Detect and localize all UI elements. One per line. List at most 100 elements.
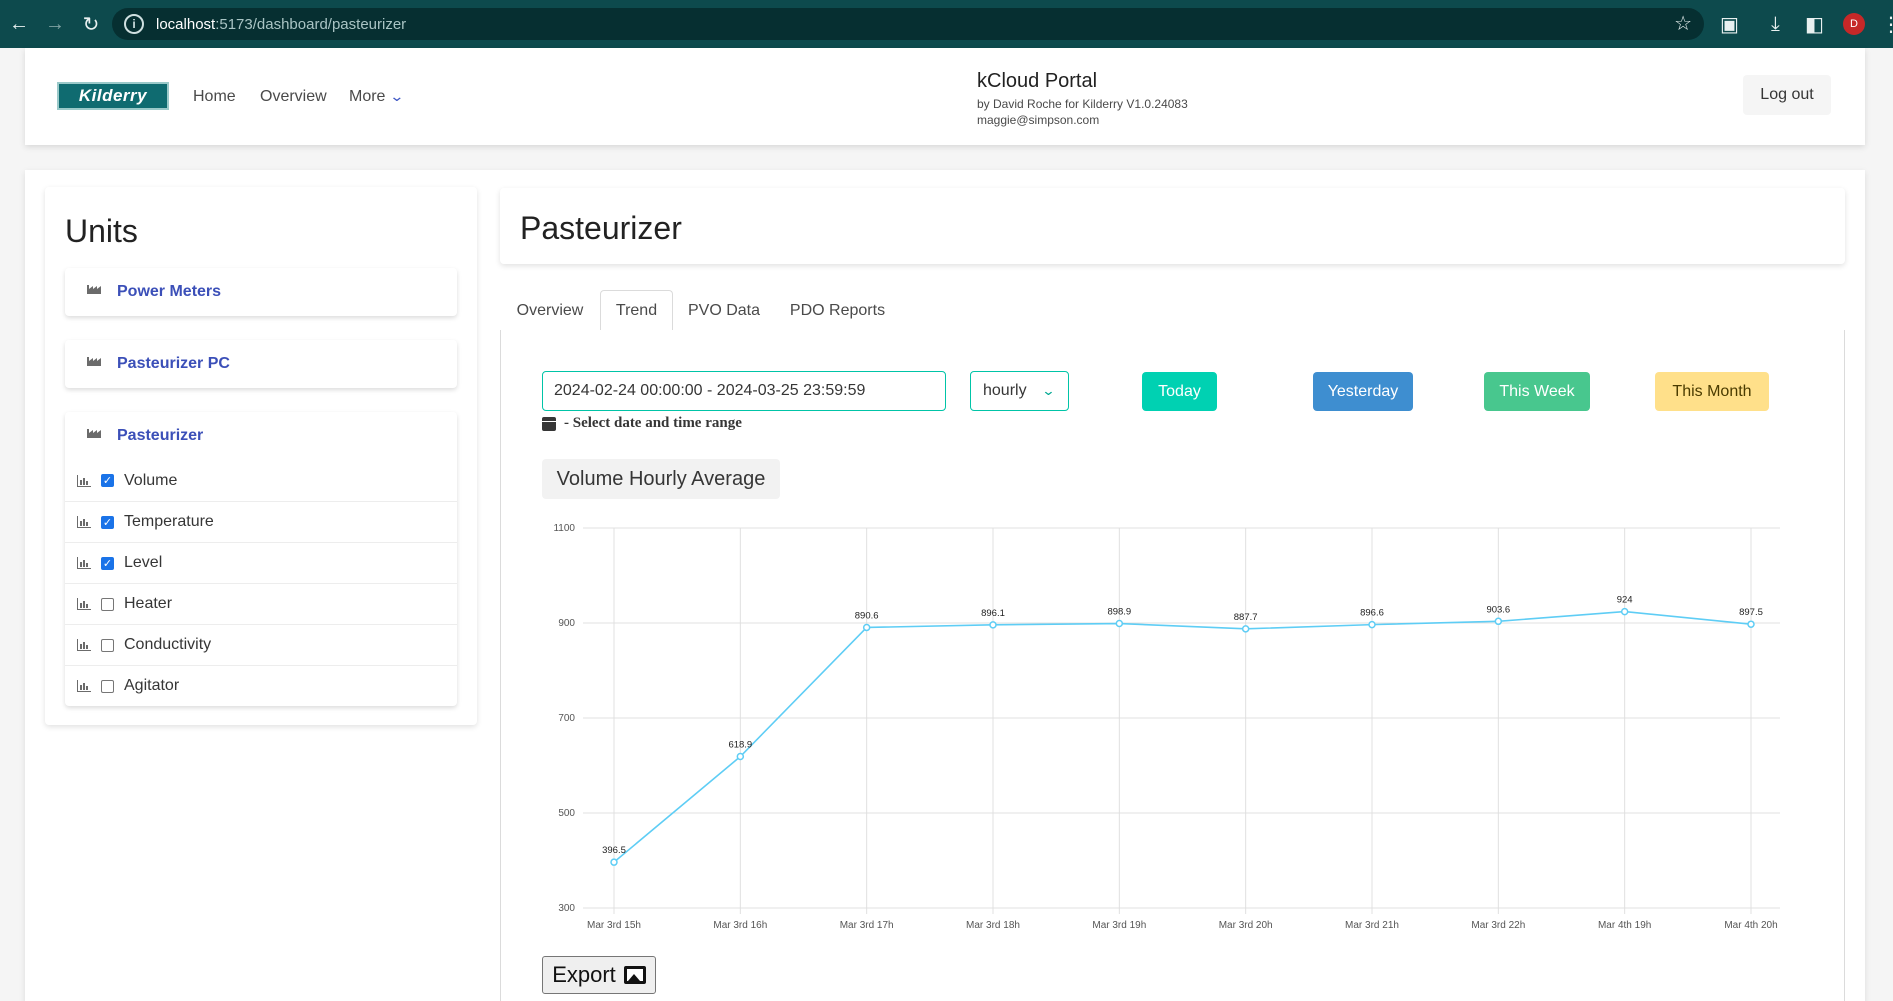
sensor-item-volume[interactable]: ✓ Volume bbox=[65, 460, 457, 501]
portal-byline: by David Roche for Kilderry V1.0.24083 bbox=[977, 97, 1188, 111]
bar-chart-icon bbox=[77, 680, 91, 692]
data-label: 887.7 bbox=[1234, 612, 1258, 623]
date-range-hint: - Select date and time range bbox=[542, 415, 742, 432]
nav-more-label: More bbox=[349, 88, 386, 105]
tab-pvo-data[interactable]: PVO Data bbox=[673, 290, 775, 331]
data-label: 924 bbox=[1617, 595, 1633, 606]
sensor-item-agitator[interactable]: Agitator bbox=[65, 665, 457, 706]
nav-overview-link[interactable]: Overview bbox=[260, 88, 327, 106]
date-range-input[interactable]: 2024-02-24 00:00:00 - 2024-03-25 23:59:5… bbox=[542, 371, 946, 411]
y-tick-label: 900 bbox=[558, 618, 575, 629]
x-tick-label: Mar 3rd 20h bbox=[1219, 920, 1273, 931]
sensor-item-temperature[interactable]: ✓ Temperature bbox=[65, 501, 457, 542]
sensor-checkbox[interactable]: ✓ bbox=[101, 556, 114, 570]
sensor-label: Volume bbox=[124, 471, 178, 489]
this-month-button[interactable]: This Month bbox=[1655, 372, 1769, 411]
kilderry-logo[interactable]: Kilderry bbox=[57, 82, 169, 110]
data-point bbox=[1620, 607, 1629, 616]
bookmark-star-icon[interactable]: ☆ bbox=[1674, 11, 1692, 36]
yesterday-button[interactable]: Yesterday bbox=[1313, 372, 1413, 411]
sensor-label: Conductivity bbox=[124, 636, 212, 653]
units-title: Units bbox=[65, 213, 138, 249]
this-week-button[interactable]: This Week bbox=[1484, 372, 1590, 411]
sensor-checkbox[interactable]: ✓ bbox=[101, 515, 114, 529]
profile-avatar[interactable]: D bbox=[1843, 8, 1865, 40]
sensor-item-heater[interactable]: Heater bbox=[65, 583, 457, 624]
volume-line-chart: 1100 900 700 500 300 Mar 3rd 15h Mar 3rd 16h Ma… bbox=[553, 523, 1780, 931]
forward-icon[interactable]: → bbox=[38, 7, 72, 41]
user-email: maggie@simpson.com bbox=[977, 113, 1100, 127]
calendar-icon bbox=[542, 416, 556, 431]
bar-chart-icon bbox=[77, 598, 91, 610]
nav-more-menu[interactable]: More ⌄ bbox=[349, 88, 405, 106]
unit-card-power-meters[interactable]: Power Meters bbox=[65, 268, 457, 316]
x-tick-label: Mar 3rd 18h bbox=[966, 920, 1020, 931]
data-point bbox=[1494, 617, 1503, 626]
side-panel-icon[interactable]: ◧ bbox=[1805, 8, 1824, 40]
unit-header[interactable]: Power Meters bbox=[65, 268, 457, 316]
data-point bbox=[736, 752, 745, 761]
image-icon bbox=[623, 966, 646, 984]
x-tick-label: Mar 4th 20h bbox=[1724, 920, 1777, 931]
address-bar[interactable]: i localhost:5173/dashboard/pasteurizer ☆ bbox=[112, 8, 1704, 40]
logout-button[interactable]: Log out bbox=[1743, 75, 1831, 115]
units-panel: Units Power Meters Pasteurizer PC Pasteu… bbox=[45, 187, 477, 725]
sensor-checkbox[interactable] bbox=[101, 597, 114, 611]
unit-header[interactable]: Pasteurizer PC bbox=[65, 340, 457, 388]
unit-card-pasteurizer[interactable]: Pasteurizer ✓ Volume ✓ Temperature ✓ Level Hea… bbox=[65, 412, 457, 706]
sensor-checkbox[interactable] bbox=[101, 638, 114, 652]
today-button[interactable]: Today bbox=[1142, 372, 1217, 411]
chart-title: Volume Hourly Average bbox=[542, 459, 780, 499]
download-icon[interactable]: ⤓ bbox=[1771, 8, 1780, 40]
browser-menu-icon[interactable]: ⋮ bbox=[1881, 8, 1893, 40]
unit-header[interactable]: Pasteurizer bbox=[65, 412, 457, 460]
export-label: Export bbox=[552, 962, 616, 987]
tab-bar: Overview Trend PVO Data PDO Reports bbox=[500, 290, 1845, 332]
tab-trend[interactable]: Trend bbox=[600, 290, 673, 332]
tab-pdo-reports[interactable]: PDO Reports bbox=[775, 290, 900, 331]
data-point bbox=[989, 621, 997, 629]
tab-overview[interactable]: Overview bbox=[500, 290, 600, 331]
data-point bbox=[1115, 619, 1124, 628]
unit-card-pasteurizer-pc[interactable]: Pasteurizer PC bbox=[65, 340, 457, 388]
sensor-list: ✓ Volume ✓ Temperature ✓ Level Heater Conductiv… bbox=[65, 460, 457, 706]
y-tick-label: 500 bbox=[558, 808, 575, 819]
data-label: 890.6 bbox=[855, 610, 879, 621]
interval-value: hourly bbox=[983, 382, 1027, 399]
data-label: 396.5 bbox=[602, 845, 626, 856]
y-tick-label: 1100 bbox=[553, 523, 575, 534]
export-button[interactable]: Export bbox=[542, 956, 656, 994]
sensor-checkbox[interactable] bbox=[101, 679, 114, 693]
sensor-label: Temperature bbox=[124, 513, 214, 530]
site-info-icon[interactable]: i bbox=[124, 14, 144, 34]
url-host: localhost bbox=[156, 15, 216, 33]
x-tick-label: Mar 3rd 19h bbox=[1092, 920, 1146, 931]
sensor-item-level[interactable]: ✓ Level bbox=[65, 542, 457, 583]
chevron-down-icon: ⌄ bbox=[389, 88, 405, 104]
interval-select[interactable]: hourly ⌄ bbox=[970, 371, 1069, 411]
unit-label-power-meters: Power Meters bbox=[117, 283, 222, 300]
factory-icon bbox=[87, 285, 101, 294]
bar-chart-icon bbox=[77, 639, 91, 651]
factory-icon bbox=[87, 357, 101, 366]
sensor-label: Heater bbox=[124, 595, 173, 612]
extensions-icon[interactable]: ▣ bbox=[1720, 8, 1739, 40]
nav-home-link[interactable]: Home bbox=[193, 88, 236, 106]
bar-chart-icon bbox=[77, 516, 91, 528]
sensor-checkbox[interactable]: ✓ bbox=[101, 474, 114, 487]
data-label: 896.6 bbox=[1360, 608, 1384, 619]
page-title-card: Pasteurizer bbox=[500, 188, 1845, 264]
data-point bbox=[1368, 620, 1376, 629]
portal-title: kCloud Portal bbox=[977, 70, 1098, 92]
reload-icon[interactable]: ↻ bbox=[74, 7, 108, 41]
sensor-item-conductivity[interactable]: Conductivity bbox=[65, 624, 457, 665]
sensor-label: Agitator bbox=[124, 677, 180, 694]
data-label: 896.1 bbox=[981, 608, 1005, 619]
profile-avatar-icon[interactable]: D bbox=[1843, 13, 1865, 35]
y-tick-label: 300 bbox=[558, 903, 575, 914]
back-icon[interactable]: ← bbox=[2, 7, 36, 41]
x-tick-label: Mar 3rd 17h bbox=[840, 920, 894, 931]
x-tick-label: Mar 3rd 15h bbox=[587, 920, 641, 931]
data-point bbox=[1747, 620, 1755, 628]
url-text: localhost:5173/dashboard/pasteurizer bbox=[156, 16, 406, 33]
